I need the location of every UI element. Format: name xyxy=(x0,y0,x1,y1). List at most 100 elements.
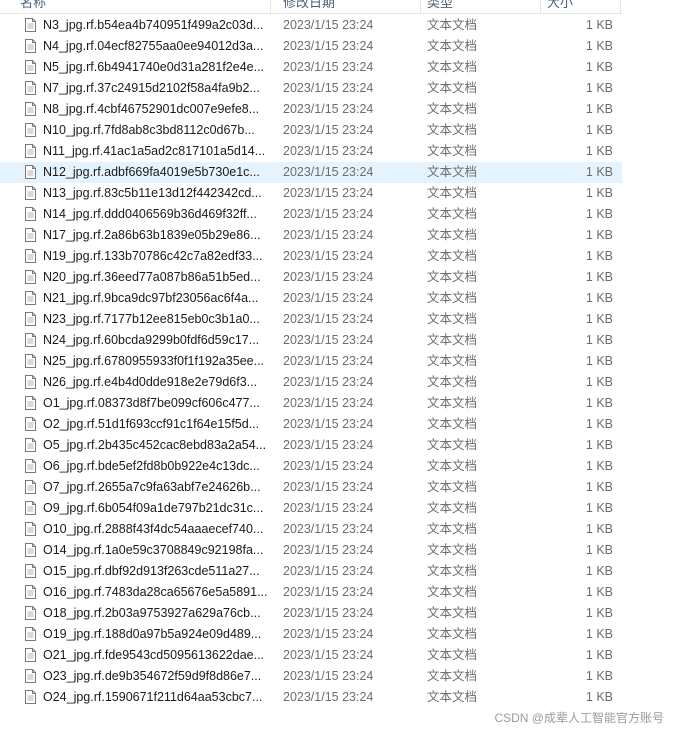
file-row[interactable]: N11_jpg.rf.41ac1a5ad2c817101a5d14... 2023… xyxy=(0,141,622,162)
file-name: N12_jpg.rf.adbf669fa4019e5b730e1c... xyxy=(43,165,260,179)
column-header-date[interactable]: 修改日期 xyxy=(283,0,335,11)
file-name: N19_jpg.rf.133b70786c42c7a82edf33... xyxy=(43,249,263,263)
file-row[interactable]: O24_jpg.rf.1590671f211d64aa53cbc7... 2023… xyxy=(0,687,622,708)
file-size: 1 KB xyxy=(585,312,613,326)
file-name: N25_jpg.rf.6780955933f0f1f192a35ee... xyxy=(43,354,265,368)
file-row[interactable]: N19_jpg.rf.133b70786c42c7a82edf33... 2023… xyxy=(0,246,622,267)
file-row[interactable]: O5_jpg.rf.2b435c452cac8ebd83a2a54... 2023… xyxy=(0,435,622,456)
file-row[interactable]: N10_jpg.rf.7fd8ab8c3bd8112c0d67b... 2023/… xyxy=(0,120,622,141)
file-row[interactable]: O1_jpg.rf.08373d8f7be099cf606c477... 2023… xyxy=(0,393,622,414)
file-modified-date: 2023/1/15 23:24 xyxy=(283,270,374,284)
text-document-icon xyxy=(25,123,36,137)
file-type: 文本文档 xyxy=(427,396,478,410)
file-row[interactable]: N5_jpg.rf.6b4941740e0d31a281f2e4e... 2023… xyxy=(0,57,622,78)
file-name: O24_jpg.rf.1590671f211d64aa53cbc7... xyxy=(43,690,263,704)
file-row[interactable]: O14_jpg.rf.1a0e59c3708849c92198fa... 2023… xyxy=(0,540,622,561)
file-size: 1 KB xyxy=(585,207,613,221)
column-divider[interactable] xyxy=(420,0,421,13)
file-name: N7_jpg.rf.37c24915d2102f58a4fa9b2... xyxy=(43,81,260,95)
column-divider[interactable] xyxy=(270,0,271,13)
file-type: 文本文档 xyxy=(427,354,478,368)
file-modified-date: 2023/1/15 23:24 xyxy=(283,648,374,662)
file-modified-date: 2023/1/15 23:24 xyxy=(283,18,374,32)
file-modified-date: 2023/1/15 23:24 xyxy=(283,417,374,431)
text-document-icon xyxy=(25,480,36,494)
file-name: N21_jpg.rf.9bca9dc97bf23056ac6f4a... xyxy=(43,291,259,305)
file-size: 1 KB xyxy=(585,39,613,53)
file-type: 文本文档 xyxy=(427,165,478,179)
file-type: 文本文档 xyxy=(427,480,478,494)
file-row[interactable]: O21_jpg.rf.fde9543cd5095613622dae... 2023… xyxy=(0,645,622,666)
file-name: O9_jpg.rf.6b054f09a1de797b21dc31c... xyxy=(43,501,264,515)
column-divider[interactable] xyxy=(540,0,541,13)
file-row[interactable]: N26_jpg.rf.e4b4d0dde918e2e79d6f3... 2023/… xyxy=(0,372,622,393)
file-type: 文本文档 xyxy=(427,102,478,116)
file-modified-date: 2023/1/15 23:24 xyxy=(283,165,374,179)
file-modified-date: 2023/1/15 23:24 xyxy=(283,228,374,242)
text-document-icon xyxy=(25,606,36,620)
file-type: 文本文档 xyxy=(427,207,478,221)
file-row[interactable]: O9_jpg.rf.6b054f09a1de797b21dc31c... 2023… xyxy=(0,498,622,519)
file-row[interactable]: O16_jpg.rf.7483da28ca65676e5a5891... 2023… xyxy=(0,582,622,603)
column-header: 名称 修改日期 类型 大小 xyxy=(0,0,622,14)
file-modified-date: 2023/1/15 23:24 xyxy=(283,585,374,599)
file-row[interactable]: N12_jpg.rf.adbf669fa4019e5b730e1c... 2023… xyxy=(0,162,622,183)
text-document-icon xyxy=(25,228,36,242)
file-size: 1 KB xyxy=(585,396,613,410)
file-name: N8_jpg.rf.4cbf46752901dc007e9efe8... xyxy=(43,102,260,116)
file-type: 文本文档 xyxy=(427,501,478,515)
column-header-name[interactable]: 名称 xyxy=(20,0,46,11)
file-size: 1 KB xyxy=(585,522,613,536)
file-row[interactable]: N23_jpg.rf.7177b12ee815eb0c3b1a0... 2023/… xyxy=(0,309,622,330)
file-type: 文本文档 xyxy=(427,186,478,200)
file-type: 文本文档 xyxy=(427,627,478,641)
text-document-icon xyxy=(25,144,36,158)
file-size: 1 KB xyxy=(585,627,613,641)
file-row[interactable]: O18_jpg.rf.2b03a9753927a629a76cb... 2023/… xyxy=(0,603,622,624)
file-row[interactable]: O19_jpg.rf.188d0a97b5a924e09d489... 2023/… xyxy=(0,624,622,645)
file-row[interactable]: N7_jpg.rf.37c24915d2102f58a4fa9b2... 2023… xyxy=(0,78,622,99)
file-row[interactable]: N14_jpg.rf.ddd0406569b36d469f32ff... 2023… xyxy=(0,204,622,225)
file-type: 文本文档 xyxy=(427,270,478,284)
file-row[interactable]: N21_jpg.rf.9bca9dc97bf23056ac6f4a... 2023… xyxy=(0,288,622,309)
file-name: N23_jpg.rf.7177b12ee815eb0c3b1a0... xyxy=(43,312,260,326)
file-row[interactable]: O7_jpg.rf.2655a7c9fa63abf7e24626b... 2023… xyxy=(0,477,622,498)
column-header-type[interactable]: 类型 xyxy=(427,0,453,11)
file-row[interactable]: N20_jpg.rf.36eed77a087b86a51b5ed... 2023/… xyxy=(0,267,622,288)
file-row[interactable]: O6_jpg.rf.bde5ef2fd8b0b922e4c13dc... 2023… xyxy=(0,456,622,477)
file-row[interactable]: O10_jpg.rf.2888f43f4dc54aaaecef740... 202… xyxy=(0,519,622,540)
file-type: 文本文档 xyxy=(427,144,478,158)
file-modified-date: 2023/1/15 23:24 xyxy=(283,60,374,74)
file-modified-date: 2023/1/15 23:24 xyxy=(283,438,374,452)
text-document-icon xyxy=(25,102,36,116)
file-row[interactable]: N13_jpg.rf.83c5b11e13d12f442342cd... 2023… xyxy=(0,183,622,204)
file-row[interactable]: O23_jpg.rf.de9b354672f59d9f8d86e7... 2023… xyxy=(0,666,622,687)
file-row[interactable]: N17_jpg.rf.2a86b63b1839e05b29e86... 2023/… xyxy=(0,225,622,246)
file-modified-date: 2023/1/15 23:24 xyxy=(283,564,374,578)
file-name: N11_jpg.rf.41ac1a5ad2c817101a5d14... xyxy=(43,144,266,158)
file-name: O19_jpg.rf.188d0a97b5a924e09d489... xyxy=(43,627,262,641)
file-name: N3_jpg.rf.b54ea4b740951f499a2c03d... xyxy=(43,18,264,32)
file-modified-date: 2023/1/15 23:24 xyxy=(283,669,374,683)
file-row[interactable]: N24_jpg.rf.60bcda9299b0fdf6d59c17... 2023… xyxy=(0,330,622,351)
file-type: 文本文档 xyxy=(427,417,478,431)
file-modified-date: 2023/1/15 23:24 xyxy=(283,102,374,116)
text-document-icon xyxy=(25,186,36,200)
file-name: N26_jpg.rf.e4b4d0dde918e2e79d6f3... xyxy=(43,375,258,389)
file-modified-date: 2023/1/15 23:24 xyxy=(283,39,374,53)
text-document-icon xyxy=(25,669,36,683)
file-row[interactable]: O15_jpg.rf.dbf92d913f263cde511a27... 2023… xyxy=(0,561,622,582)
file-row[interactable]: N25_jpg.rf.6780955933f0f1f192a35ee... 202… xyxy=(0,351,622,372)
file-row[interactable]: O2_jpg.rf.51d1f693ccf91c1f64e15f5d... 202… xyxy=(0,414,622,435)
file-row[interactable]: N4_jpg.rf.04ecf82755aa0ee94012d3a... 2023… xyxy=(0,36,622,57)
file-modified-date: 2023/1/15 23:24 xyxy=(283,312,374,326)
column-header-size[interactable]: 大小 xyxy=(547,0,573,11)
column-divider[interactable] xyxy=(620,0,621,13)
file-type: 文本文档 xyxy=(427,123,478,137)
file-modified-date: 2023/1/15 23:24 xyxy=(283,333,374,347)
file-size: 1 KB xyxy=(585,585,613,599)
text-document-icon xyxy=(25,564,36,578)
file-modified-date: 2023/1/15 23:24 xyxy=(283,207,374,221)
file-row[interactable]: N8_jpg.rf.4cbf46752901dc007e9efe8... 2023… xyxy=(0,99,622,120)
file-row[interactable]: N3_jpg.rf.b54ea4b740951f499a2c03d... 2023… xyxy=(0,15,622,36)
